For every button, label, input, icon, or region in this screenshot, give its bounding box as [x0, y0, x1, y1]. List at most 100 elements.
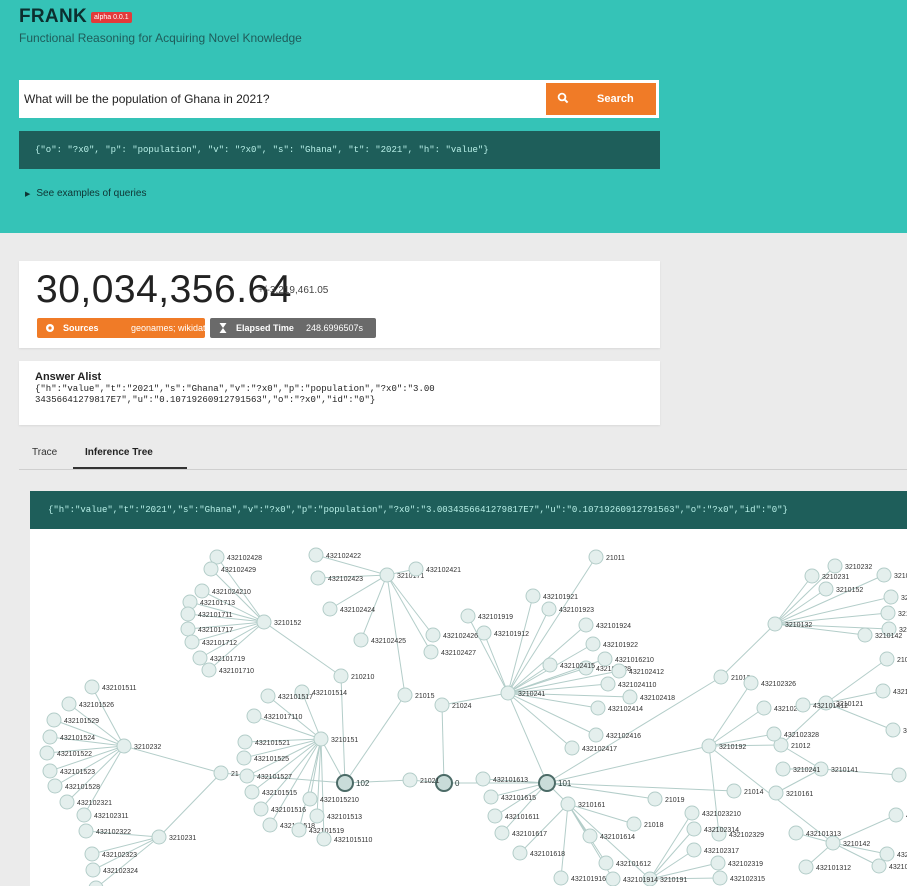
tree-node[interactable]: 432101312 [798, 859, 851, 875]
tree-node[interactable]: 432102322 [78, 823, 131, 839]
tree-node[interactable]: 432101516 [253, 801, 306, 817]
tree-node[interactable]: 21 [213, 765, 239, 781]
tree-node[interactable]: 3210121 [883, 589, 907, 605]
tree-node[interactable]: 432102418 [622, 689, 675, 705]
tree-node[interactable]: 3210192 [701, 738, 746, 754]
inference-tree-canvas[interactable]: 0 101 102 21021 3210241 3210161 3210151 3210232… [30, 529, 907, 886]
tree-node[interactable]: 432102425 [353, 632, 406, 648]
tree-node[interactable]: 432102421 [408, 561, 461, 577]
tree-node[interactable]: 432101523 [42, 763, 95, 779]
tree-node[interactable]: 432101522 [39, 745, 92, 761]
tree-node[interactable]: 432102317 [686, 842, 739, 858]
tree-node[interactable]: 432102429 [203, 561, 256, 577]
tree-node[interactable]: 4321016210 [597, 651, 654, 667]
search-button[interactable]: Search [546, 83, 656, 115]
tree-hub-node[interactable]: 0 [435, 774, 460, 792]
tree-hub-node[interactable]: 102 [336, 774, 370, 792]
tree-node[interactable]: 432101912 [476, 625, 529, 641]
tree-node[interactable]: 432102426 [425, 627, 478, 643]
tree-node[interactable]: 3210231 [804, 568, 849, 584]
tree-node[interactable]: 432102417 [564, 740, 617, 756]
examples-toggle[interactable]: ▶ See examples of queries [25, 188, 146, 199]
tree-node[interactable]: 432101614 [582, 828, 635, 844]
tree-node[interactable]: 3210231 [151, 829, 196, 845]
tree-node[interactable]: 432101313 [788, 825, 841, 841]
tree-node[interactable]: 432101711 [180, 606, 233, 622]
tree-node[interactable]: 432101921 [525, 588, 578, 604]
tree-node[interactable]: 3210232 [827, 558, 872, 574]
tree-node[interactable]: 3210131 [880, 605, 907, 621]
tree-node[interactable]: 3210232 [116, 738, 161, 754]
tree-node[interactable]: 3210152 [818, 581, 863, 597]
tree-node[interactable]: 432102412 [611, 663, 664, 679]
tree-node[interactable]: 21014 [726, 783, 764, 799]
tree-node[interactable]: 21015 [397, 687, 435, 703]
tree-node[interactable]: 432102414 [590, 700, 643, 716]
tab-trace[interactable]: Trace [32, 447, 57, 458]
tree-node[interactable]: 3210152 [256, 614, 301, 630]
tree-node[interactable]: 432101617 [494, 825, 547, 841]
tree-node[interactable]: 3210182 [885, 722, 907, 738]
tree-node[interactable]: 432101321 [888, 807, 907, 823]
tree-node[interactable]: 432101612 [598, 855, 651, 871]
tree-node[interactable]: 432101710 [201, 662, 254, 678]
tree-node[interactable]: 4321017110 [246, 708, 303, 724]
tree-node[interactable]: 4321015210 [302, 791, 359, 807]
tree-node[interactable]: 21012 [773, 737, 811, 753]
tree-node[interactable]: 432101717 [180, 621, 233, 637]
tree-node[interactable]: 3210161 [768, 785, 813, 801]
tree-node[interactable]: 432102314 [686, 821, 739, 837]
tree-node[interactable]: 432101528 [47, 778, 100, 794]
tree-node[interactable]: 4321015110 [316, 831, 373, 847]
tree-node[interactable]: 21018 [626, 816, 664, 832]
tree-node[interactable]: 432101317 [871, 858, 907, 874]
tree-node[interactable]: 3210141 [813, 761, 858, 777]
tree-node[interactable]: 432102321 [59, 794, 112, 810]
tree-node[interactable]: 21011 [588, 549, 625, 565]
tree-node[interactable]: 3210142 [825, 835, 870, 851]
tree-node[interactable]: 432102427 [423, 644, 476, 660]
tree-node[interactable]: 432102423 [310, 570, 363, 586]
tree-node[interactable]: 432102415 [542, 657, 595, 673]
tree-node[interactable]: 4321024110 [600, 676, 657, 692]
tree-node[interactable]: 432101513 [309, 808, 362, 824]
tree-node[interactable]: 21012 [879, 651, 907, 667]
tree-node[interactable]: 432102324 [85, 862, 138, 878]
tree-node[interactable]: 3210132 [767, 616, 812, 632]
tree-node[interactable]: 432101919 [460, 608, 513, 624]
tree-node[interactable]: 4321023210 [684, 805, 741, 821]
tree-node[interactable]: 432101719 [192, 650, 245, 666]
tree-node[interactable]: 432102319 [710, 855, 763, 871]
tree-node[interactable]: 3210151 [313, 731, 358, 747]
tree-node[interactable]: 432102328 [766, 726, 819, 742]
tree-node[interactable]: 210210 [333, 668, 374, 684]
tree-node[interactable]: 4321016 [875, 683, 907, 699]
tree-node[interactable]: 432101527 [239, 768, 292, 784]
tree-node[interactable]: 432101515 [244, 784, 297, 800]
tab-inference-tree[interactable]: Inference Tree [85, 447, 153, 458]
search-input[interactable] [19, 80, 544, 118]
tree-node[interactable]: 21021 [402, 772, 440, 788]
tree-node[interactable]: 432101521 [237, 734, 290, 750]
tree-node[interactable]: 432102326 [743, 675, 796, 691]
tree-node[interactable]: 432102325 [88, 880, 141, 886]
tree-node[interactable]: 432102428 [209, 549, 262, 565]
tree-node[interactable]: 21024 [434, 697, 472, 713]
tree-node[interactable]: 432102315 [712, 870, 765, 886]
tree-node[interactable]: 432101713 [182, 594, 235, 610]
tree-node[interactable]: 432101511 [84, 679, 137, 695]
tree-node[interactable]: 432101924 [578, 617, 631, 633]
tree-node[interactable]: 432102311 [76, 807, 129, 823]
tree-node[interactable]: 3210151 [891, 767, 907, 783]
tree-node[interactable]: 432101613 [475, 771, 528, 787]
tree-node[interactable]: 432101611 [487, 808, 540, 824]
tree-node[interactable]: 4321012110 [879, 846, 907, 862]
tree-node[interactable]: 432101526 [61, 696, 114, 712]
tree-node[interactable]: 21019 [647, 791, 685, 807]
tree-node[interactable]: 3210171 [876, 567, 907, 583]
tree-node[interactable]: 432101923 [541, 601, 594, 617]
tree-node[interactable]: 432101618 [512, 845, 565, 861]
inference-tree-graph[interactable]: 0 101 102 21021 3210241 3210161 3210151 3210232… [30, 529, 907, 886]
tree-node[interactable]: 432102424 [322, 601, 375, 617]
tree-node[interactable]: 4321024210 [194, 583, 251, 599]
